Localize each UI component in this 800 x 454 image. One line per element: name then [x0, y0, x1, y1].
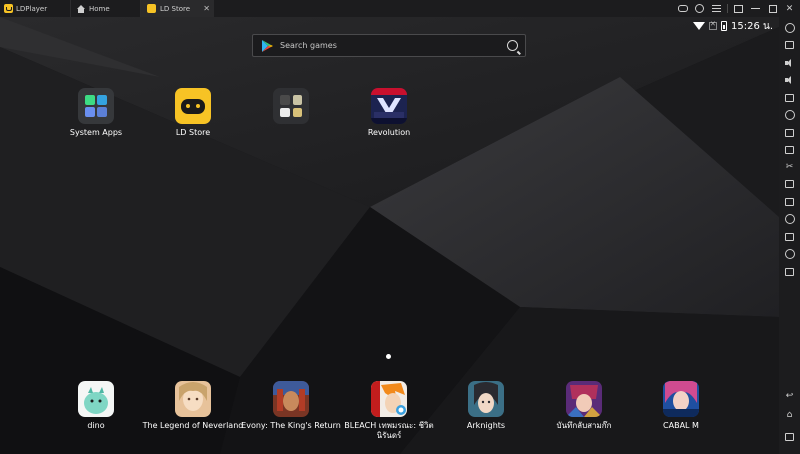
home-icon[interactable]: ⌂	[783, 408, 796, 421]
app-label: Revolution	[367, 128, 411, 137]
dock-app-arknights[interactable]: Arknights	[431, 381, 541, 431]
dino-icon	[78, 381, 114, 417]
keyboard-icon[interactable]	[783, 38, 796, 51]
macro-icon[interactable]	[783, 195, 796, 208]
install-icon[interactable]	[783, 143, 796, 156]
marvel-revolution-icon	[371, 88, 407, 124]
location-icon[interactable]	[783, 247, 796, 260]
tab-ld-store-label: LD Store	[160, 4, 191, 13]
three-kingdoms-icon	[566, 381, 602, 417]
scissors-icon[interactable]: ✂	[783, 160, 796, 173]
dock-app-evony[interactable]: Evony: The King's Return	[236, 381, 346, 431]
shake-icon[interactable]	[783, 212, 796, 225]
android-home-screen: 15:26 น. Search games System Apps	[0, 17, 779, 454]
system-apps-icon	[78, 88, 114, 124]
settings-icon[interactable]	[783, 21, 796, 34]
app-label: Arknights	[466, 421, 506, 430]
no-signal-icon	[708, 20, 717, 30]
page-indicator-dot	[386, 354, 391, 359]
app-label: CABAL M	[663, 421, 699, 430]
menu-icon[interactable]	[708, 0, 725, 17]
app-label: The Legend of Neverland	[142, 421, 244, 430]
app-title: LDPlayer	[0, 0, 70, 17]
dock-app-cabal-m[interactable]: CABAL M	[626, 381, 736, 431]
ldplayer-window: LDPlayer Home LD Store ✕ ✕ ✕ 15:26 น. Se…	[0, 0, 800, 454]
status-bar: 15:26 น.	[692, 19, 773, 33]
battery-icon	[720, 21, 727, 31]
ld-store-icon	[147, 4, 156, 13]
maximize-icon[interactable]	[764, 0, 781, 17]
clock: 15:26 น.	[730, 20, 773, 32]
app-name: LDPlayer	[16, 4, 48, 13]
dock-app-three-kingdoms[interactable]: บันทึกลับสามก๊ก	[529, 381, 639, 431]
search-bar[interactable]: Search games	[252, 34, 526, 57]
dock-app-bleach[interactable]: BLEACH เทพมรณะ: ชีวิตนิรันดร์	[334, 381, 444, 441]
back-icon[interactable]: ↩	[783, 389, 796, 402]
app-folder[interactable]	[236, 88, 346, 128]
folder-icon	[273, 88, 309, 124]
sync-icon[interactable]	[783, 108, 796, 121]
title-bar: LDPlayer Home LD Store ✕ ✕	[0, 0, 800, 17]
app-system-apps[interactable]: System Apps	[41, 88, 151, 138]
home-icon	[77, 4, 85, 13]
rotate-icon[interactable]	[783, 265, 796, 278]
add-apk-icon[interactable]	[783, 126, 796, 139]
user-icon[interactable]	[691, 0, 708, 17]
folder-icon[interactable]	[783, 230, 796, 243]
minimize-icon[interactable]	[747, 0, 764, 17]
app-ld-store[interactable]: LD Store	[138, 88, 248, 138]
tab-ld-store[interactable]: LD Store ✕	[140, 0, 214, 17]
window-controls: ✕	[674, 0, 798, 17]
recent-apps-icon[interactable]	[783, 430, 796, 443]
app-label: BLEACH เทพมรณะ: ชีวิตนิรันดร์	[344, 421, 434, 440]
app-revolution[interactable]: Revolution	[334, 88, 444, 138]
close-icon[interactable]: ✕	[781, 0, 798, 17]
arknights-icon	[468, 381, 504, 417]
volume-up-icon[interactable]	[783, 56, 796, 69]
ldplayer-logo-icon	[4, 4, 13, 13]
divider	[727, 4, 728, 13]
record-icon[interactable]	[783, 177, 796, 190]
bleach-icon	[371, 381, 407, 417]
app-label: บันทึกลับสามก๊ก	[556, 421, 612, 430]
ld-store-app-icon	[175, 88, 211, 124]
tab-home-label: Home	[89, 4, 110, 13]
wifi-icon	[692, 22, 705, 30]
tab-home[interactable]: Home	[70, 0, 140, 17]
tab-close-icon[interactable]: ✕	[203, 4, 210, 13]
dock-app-legend-of-neverland[interactable]: The Legend of Neverland	[138, 381, 248, 431]
google-play-icon	[262, 39, 273, 52]
fullscreen-icon[interactable]	[783, 91, 796, 104]
app-label: LD Store	[175, 128, 211, 137]
dock-app-dino[interactable]: dino	[41, 381, 151, 431]
app-label: System Apps	[69, 128, 123, 137]
gamepad-icon[interactable]	[674, 0, 691, 17]
search-icon[interactable]	[507, 40, 518, 51]
cabal-m-icon	[663, 381, 699, 417]
picture-in-picture-icon[interactable]	[730, 0, 747, 17]
app-label: Evony: The King's Return	[241, 421, 341, 430]
evony-icon	[273, 381, 309, 417]
volume-down-icon[interactable]	[783, 73, 796, 86]
right-toolbar: ✂ ↩ ⌂	[779, 17, 800, 454]
legend-of-neverland-icon	[175, 381, 211, 417]
search-placeholder: Search games	[280, 41, 337, 50]
app-label: dino	[87, 421, 105, 430]
